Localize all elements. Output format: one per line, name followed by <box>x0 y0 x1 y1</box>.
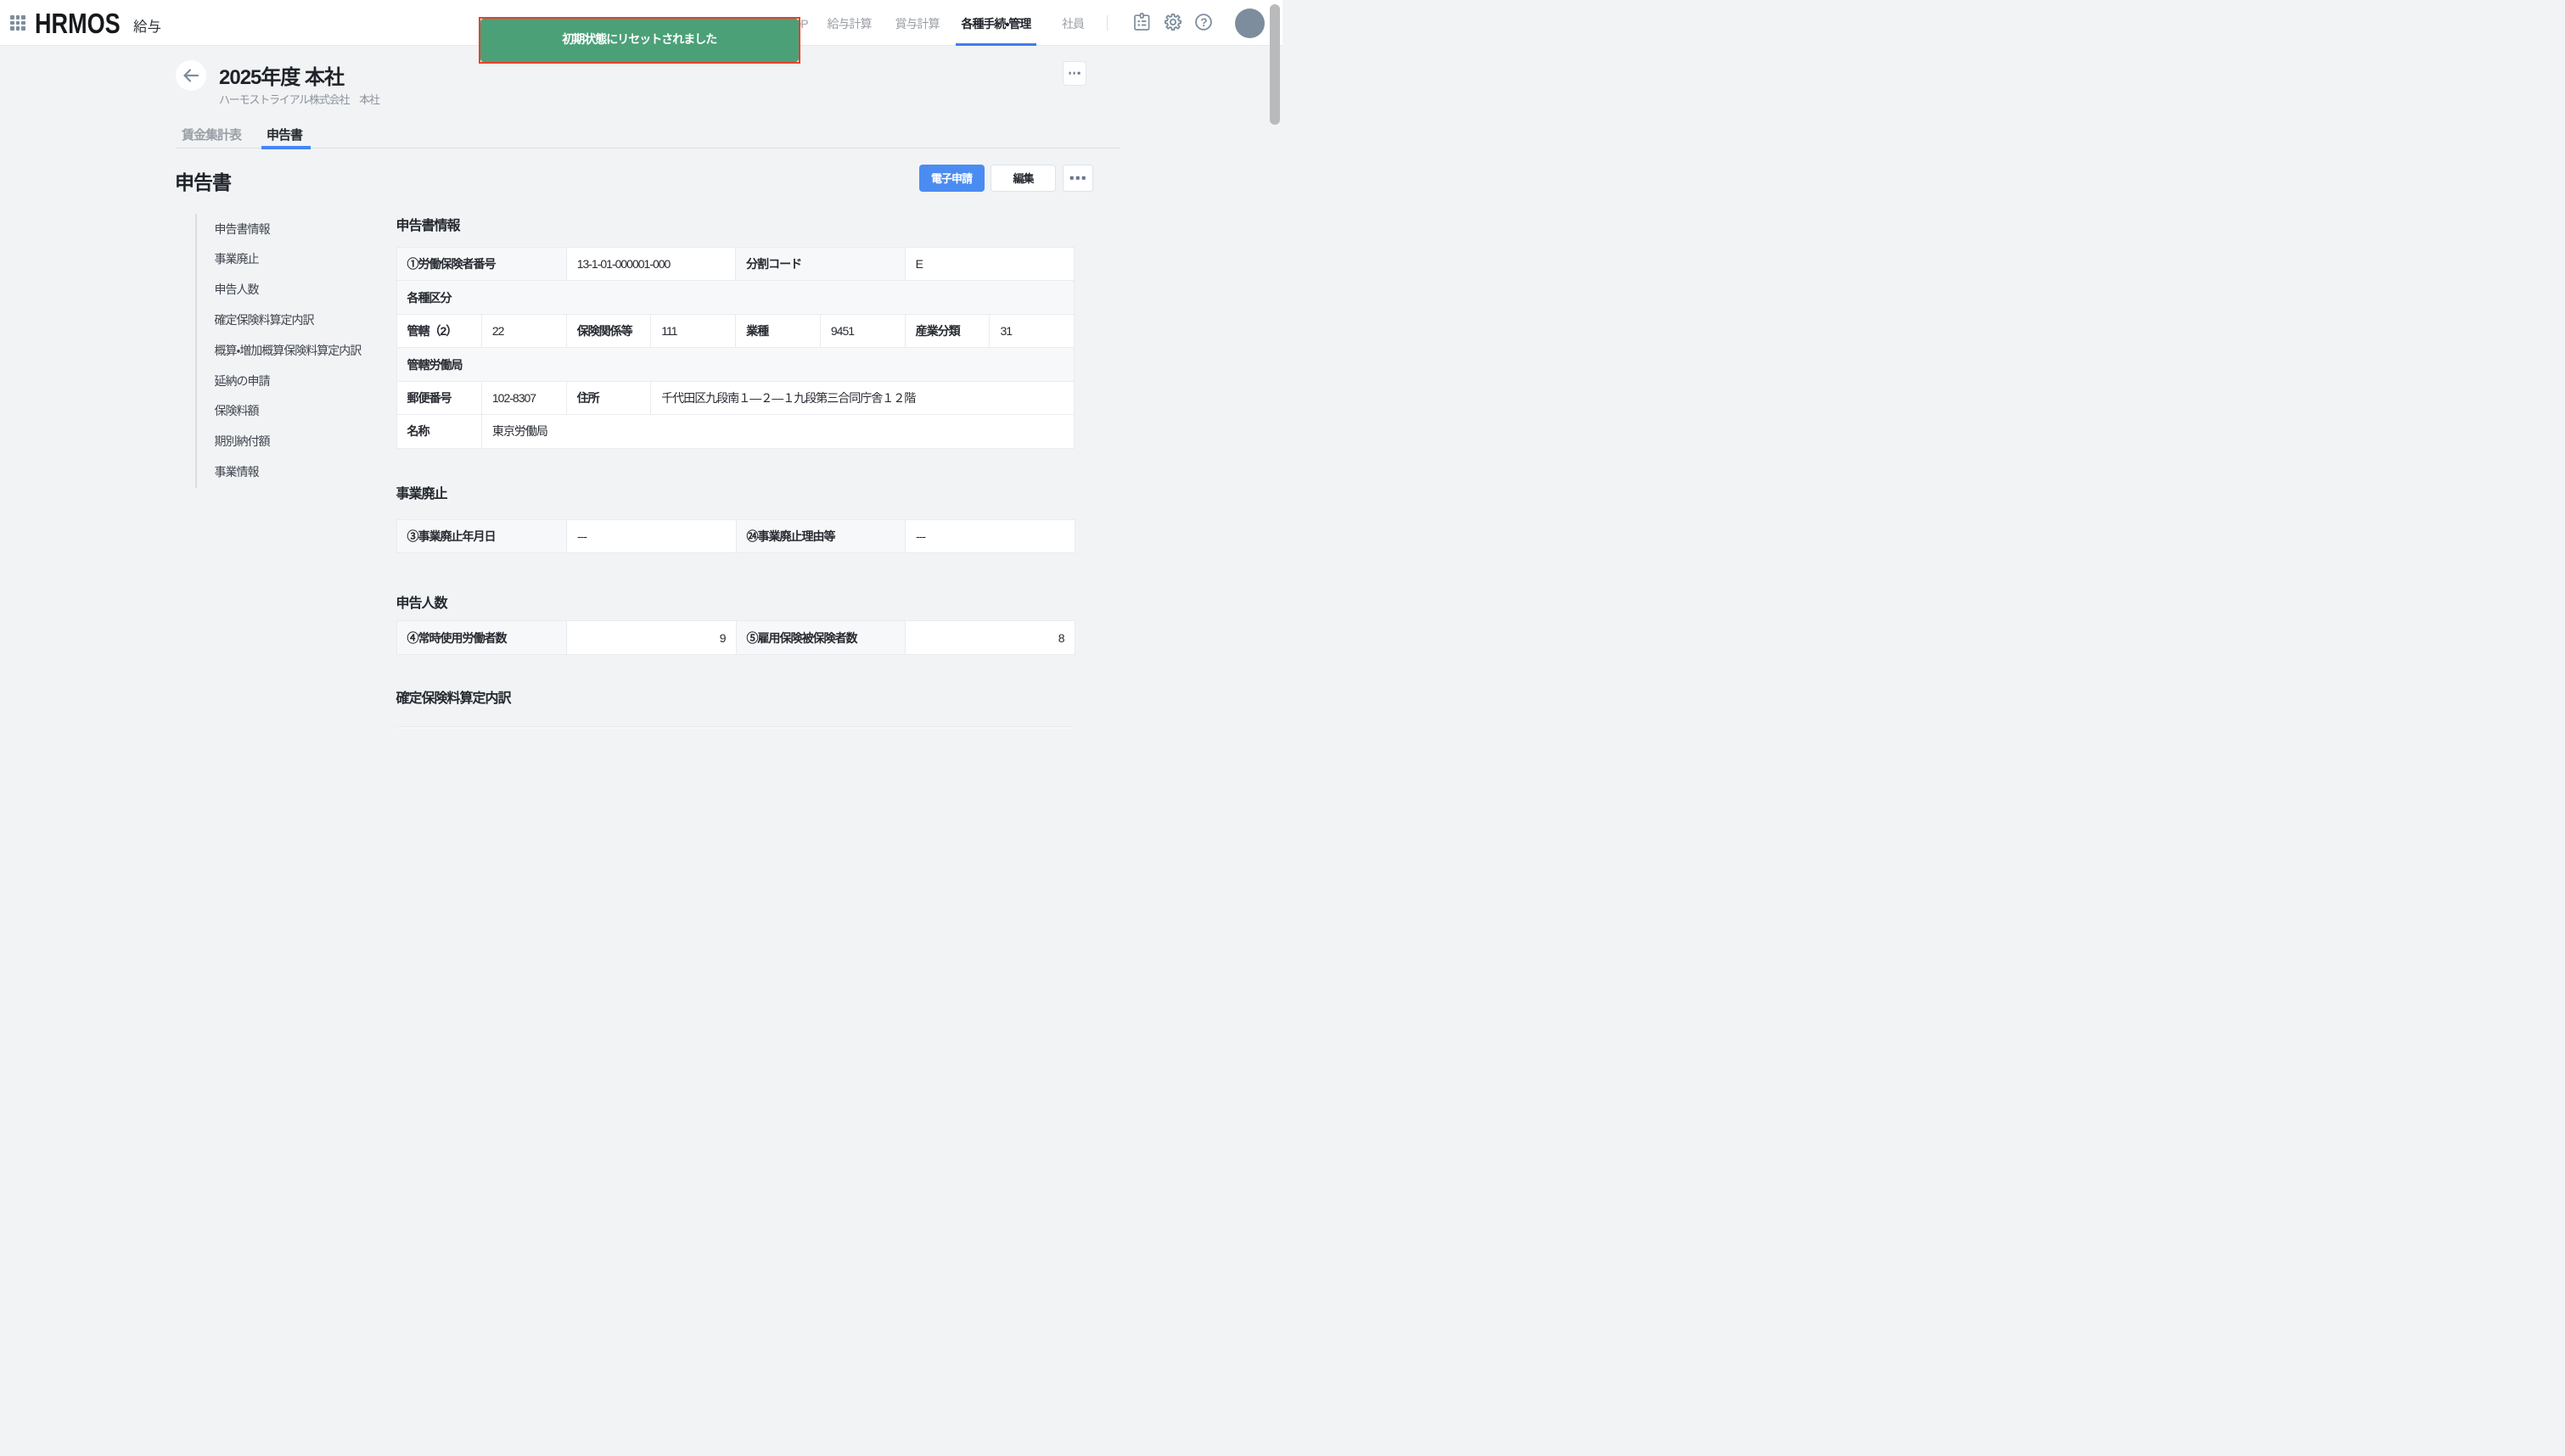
svg-text:?: ? <box>1200 16 1207 29</box>
